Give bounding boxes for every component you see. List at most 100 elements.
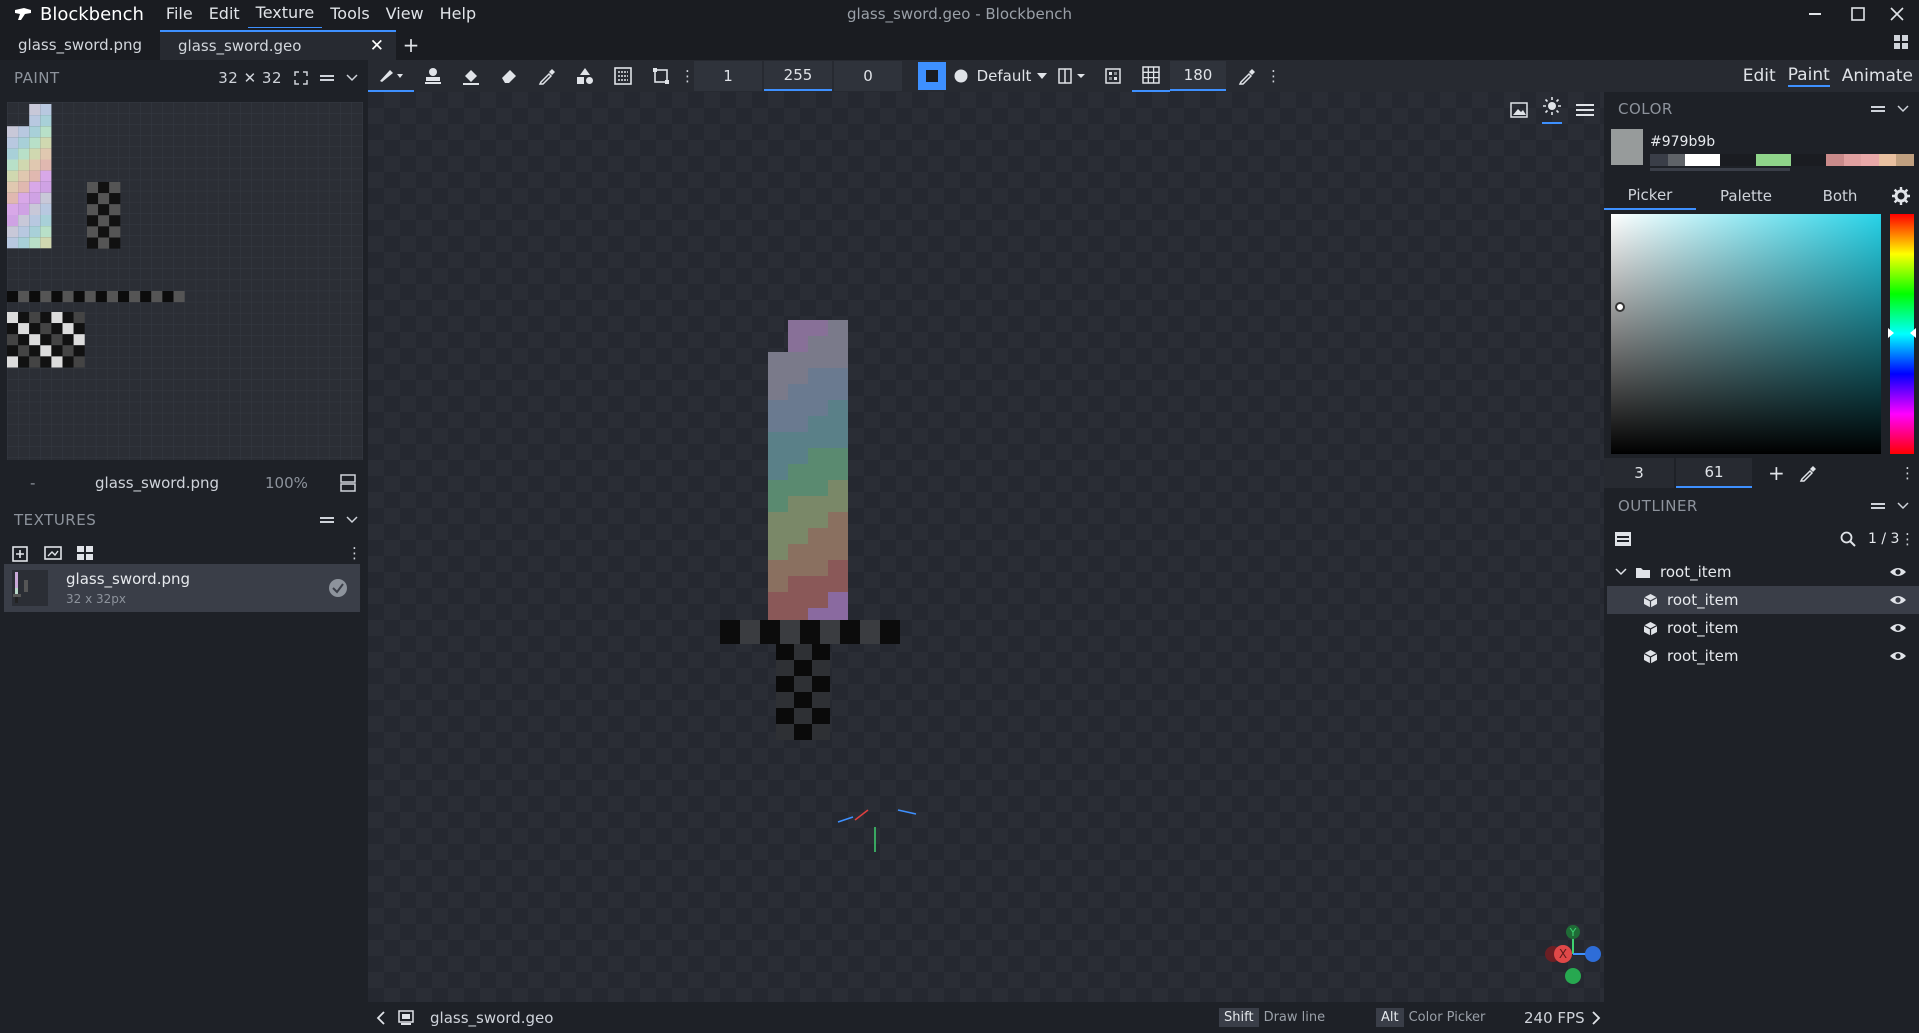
chevron-left-icon[interactable] <box>376 1010 386 1025</box>
saturation-input[interactable]: 61 <box>1676 458 1752 488</box>
settings-gear-icon[interactable] <box>1892 187 1910 205</box>
menu-tools[interactable]: Tools <box>322 0 377 28</box>
visibility-eye-icon[interactable] <box>1889 594 1907 606</box>
hue-slider[interactable] <box>1888 214 1916 454</box>
outliner-options-icon[interactable] <box>1614 531 1632 547</box>
menu-file[interactable]: File <box>158 0 201 28</box>
mode-animate[interactable]: Animate <box>1842 66 1913 86</box>
outliner-cube-item[interactable]: root_item <box>1607 642 1919 670</box>
pixel-perfect-button[interactable] <box>1094 60 1132 92</box>
square-brush-shape-button[interactable] <box>918 62 946 90</box>
tab-glass-sword-png[interactable]: glass_sword.png <box>0 30 160 60</box>
brush-tool-button[interactable] <box>368 60 414 92</box>
lock-alpha-button[interactable] <box>1132 60 1170 92</box>
layout-grid-icon[interactable] <box>1893 34 1909 50</box>
close-window-button[interactable] <box>1875 0 1919 28</box>
palette-swatch[interactable] <box>1773 154 1791 166</box>
brush-softness-input[interactable]: 0 <box>834 61 902 91</box>
palette-swatch[interactable] <box>1878 154 1897 166</box>
palette-swatch[interactable] <box>1667 154 1686 166</box>
visibility-eye-icon[interactable] <box>1889 650 1907 662</box>
brush-opacity-input[interactable]: 255 <box>764 61 832 91</box>
palette-swatch[interactable] <box>1896 154 1914 166</box>
panel-menu-icon[interactable] <box>1871 501 1885 511</box>
eraser-tool-button[interactable] <box>490 60 528 92</box>
new-tab-button[interactable]: + <box>396 30 426 60</box>
tab-close-icon[interactable]: ✕ <box>370 36 384 56</box>
more-options-icon[interactable]: ⋮ <box>1900 464 1915 482</box>
blend-mode-select[interactable]: Default <box>976 61 1048 91</box>
hue-input[interactable]: 3 <box>1604 458 1674 488</box>
palette-swatch[interactable] <box>1737 154 1756 166</box>
texture-atlas-icon[interactable] <box>76 544 94 562</box>
palette-swatch[interactable] <box>1808 154 1826 166</box>
color-picker-handle[interactable] <box>1615 302 1625 312</box>
gizmo-z-icon[interactable] <box>1585 946 1601 962</box>
palette-swatch[interactable] <box>1861 154 1879 166</box>
palette-swatch[interactable] <box>1790 154 1809 166</box>
palette-scrollbar[interactable] <box>1650 168 1790 171</box>
current-color-swatch[interactable] <box>1611 129 1643 165</box>
create-texture-icon[interactable] <box>44 544 62 562</box>
chevron-right-icon[interactable] <box>1591 1010 1601 1025</box>
tab-glass-sword-geo[interactable]: glass_sword.geo ✕ <box>160 30 397 60</box>
palette-swatch[interactable] <box>1685 154 1703 166</box>
mode-paint[interactable]: Paint <box>1787 65 1830 87</box>
palette-swatch[interactable] <box>1843 154 1862 166</box>
brush-size-input[interactable]: 1 <box>694 61 762 91</box>
import-texture-icon[interactable] <box>12 544 30 562</box>
texture-selected-check-icon[interactable] <box>328 578 348 598</box>
chevron-down-icon[interactable] <box>1897 105 1909 113</box>
panel-menu-icon[interactable] <box>320 515 334 525</box>
more-options-icon[interactable]: ⋮ <box>1900 530 1915 548</box>
chevron-down-icon[interactable] <box>346 516 358 524</box>
fullscreen-icon[interactable] <box>294 71 308 85</box>
mirror-painting-button[interactable] <box>1050 60 1094 92</box>
chevron-down-icon[interactable] <box>1897 502 1909 510</box>
mode-edit[interactable]: Edit <box>1743 66 1776 86</box>
menu-view[interactable]: View <box>378 0 432 28</box>
more-options-icon[interactable]: ⋮ <box>680 67 695 85</box>
gradient-tool-button[interactable] <box>604 60 642 92</box>
maximize-button[interactable] <box>1836 0 1880 28</box>
chevron-down-icon[interactable] <box>346 74 358 82</box>
menu-texture[interactable]: Texture <box>247 0 323 29</box>
palette-swatch[interactable] <box>1702 154 1721 166</box>
round-brush-shape-button[interactable] <box>946 60 976 92</box>
outliner-cube-item[interactable]: root_item <box>1607 614 1919 642</box>
saturation-value-picker[interactable] <box>1611 214 1881 454</box>
color-picker-tool-button[interactable] <box>528 60 566 92</box>
tab-palette[interactable]: Palette <box>1696 182 1796 210</box>
palette-swatch[interactable] <box>1755 154 1774 166</box>
3d-viewport[interactable]: Y X <box>368 92 1604 1002</box>
palette-swatch[interactable] <box>1825 154 1844 166</box>
visibility-eye-icon[interactable] <box>1889 566 1907 578</box>
shape-tool-button[interactable] <box>566 60 604 92</box>
more-options-icon[interactable]: ⋮ <box>1266 67 1281 85</box>
gizmo-neg-y-icon[interactable] <box>1565 968 1581 984</box>
panel-menu-icon[interactable] <box>320 73 334 83</box>
more-options-icon[interactable]: ⋮ <box>347 544 362 562</box>
texture-list-item[interactable]: glass_sword.png 32 x 32px <box>4 564 360 612</box>
panel-menu-icon[interactable] <box>1871 104 1885 114</box>
fill-tool-button[interactable] <box>452 60 490 92</box>
visibility-eye-icon[interactable] <box>1889 622 1907 634</box>
stamp-tool-button[interactable] <box>414 60 452 92</box>
add-color-icon[interactable]: + <box>1768 461 1785 485</box>
tab-both[interactable]: Both <box>1796 182 1884 210</box>
eyedropper-icon[interactable] <box>1799 464 1817 482</box>
search-icon[interactable] <box>1840 531 1856 547</box>
color-hex-value[interactable]: #979b9b <box>1650 134 1715 150</box>
outliner-group-root-item[interactable]: root_item <box>1607 558 1919 586</box>
chevron-down-icon[interactable] <box>1615 568 1627 576</box>
outliner-cube-item[interactable]: root_item <box>1607 586 1919 614</box>
color-picker-button[interactable] <box>1228 60 1266 92</box>
selection-tool-button[interactable] <box>642 60 680 92</box>
hue-slider-handle[interactable] <box>1888 328 1916 338</box>
split-view-icon[interactable] <box>340 474 356 492</box>
menu-edit[interactable]: Edit <box>201 0 248 28</box>
uv-paint-canvas[interactable] <box>7 102 363 460</box>
grid-value-input[interactable]: 180 <box>1170 61 1226 91</box>
menu-help[interactable]: Help <box>432 0 484 28</box>
minimize-button[interactable] <box>1793 0 1837 28</box>
